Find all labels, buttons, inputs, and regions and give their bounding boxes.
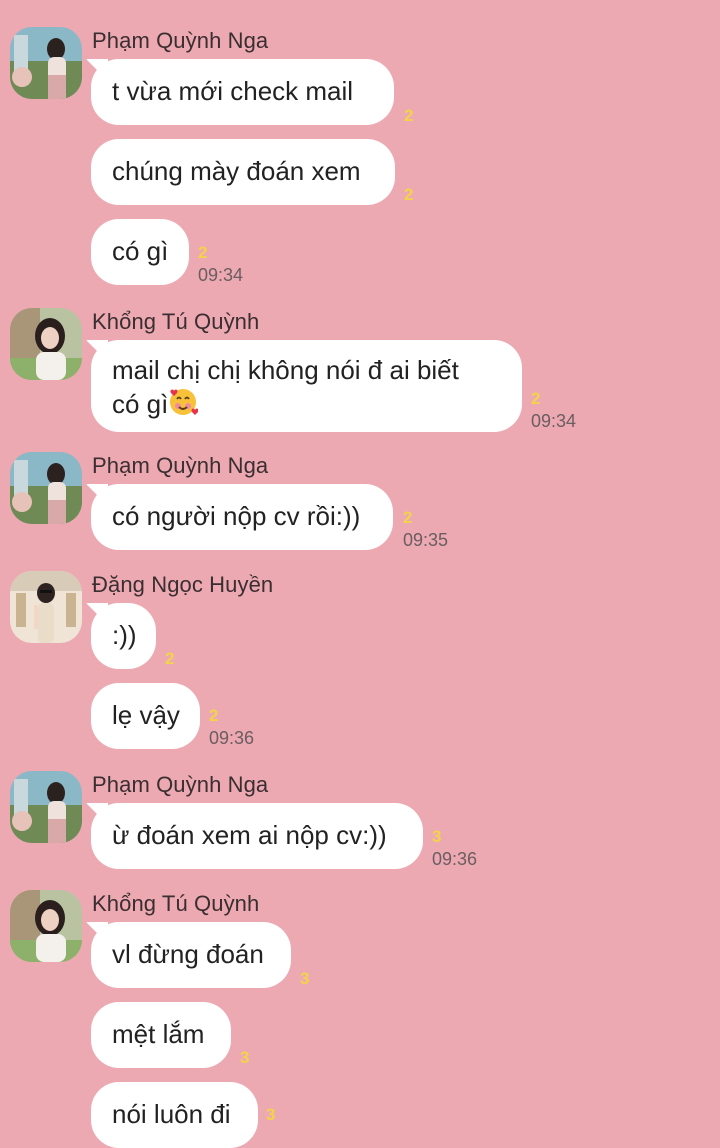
read-count: 3 [432,827,442,846]
message-bubble[interactable]: mệt lắm [91,1002,231,1068]
avatar[interactable] [10,308,82,380]
message-time: 09:35 [403,530,449,550]
message-text: :)) [112,620,137,650]
message-bubble[interactable]: :)) [91,603,156,669]
message-bubble[interactable]: ừ đoán xem ai nộp cv:)) [91,803,423,869]
sender-name: Đặng Ngọc Huyền [92,572,274,597]
smiling-face-with-hearts-emoji [168,387,199,425]
message-text: t vừa mới check mail [112,76,354,106]
message-bubble[interactable]: có gì [91,219,189,285]
message-bubble[interactable]: vl đừng đoán [91,922,291,988]
message-time: 09:36 [432,849,478,869]
read-count: 2 [403,508,413,527]
chat-message-list[interactable]: Phạm Quỳnh Nga t vừa mới check mail 2 ch… [0,0,720,1148]
sender-name: Phạm Quỳnh Nga [92,28,269,53]
avatar[interactable] [10,771,82,843]
avatar-photo-pham-quynh-nga [10,452,82,524]
read-count: 2 [165,649,175,668]
sender-name: Phạm Quỳnh Nga [92,772,269,797]
message-time: 09:36 [209,728,255,748]
message-text: có gì [112,236,169,266]
avatar-photo-pham-quynh-nga [10,27,82,99]
avatar[interactable] [10,27,82,99]
message-bubble[interactable]: chúng mày đoán xem [91,139,395,205]
message-text: vl đừng đoán [112,939,264,969]
message-bubble[interactable]: có người nộp cv rồi:)) [91,484,393,550]
message-bubble[interactable]: lẹ vậy [91,683,200,749]
message-bubble[interactable]: nói luôn đi [91,1082,258,1148]
avatar-photo-pham-quynh-nga [10,771,82,843]
message-text: chúng mày đoán xem [112,156,361,186]
avatar-photo-khong-tu-quynh [10,308,82,380]
read-count: 2 [209,706,219,725]
avatar[interactable] [10,890,82,962]
read-count: 2 [531,389,541,408]
read-count: 3 [300,969,310,988]
message-time: 09:34 [531,411,577,431]
sender-name: Phạm Quỳnh Nga [92,453,269,478]
read-count: 3 [240,1048,250,1067]
sender-name: Khổng Tú Quỳnh [92,309,260,334]
message-text-line-2: có gì [112,389,169,419]
message-bubble[interactable]: mail chị chị không nói đ ai biết có gì [91,340,522,432]
read-count: 2 [404,106,414,125]
message-time: 09:34 [198,265,244,285]
message-bubble[interactable]: t vừa mới check mail [91,59,394,125]
message-text: mệt lắm [112,1019,205,1049]
message-text: nói luôn đi [112,1099,231,1129]
read-count: 3 [266,1105,276,1124]
avatar-photo-dang-ngoc-huyen [10,571,82,643]
avatar[interactable] [10,452,82,524]
message-text: có người nộp cv rồi:)) [112,501,361,531]
avatar[interactable] [10,571,82,643]
sender-name: Khổng Tú Quỳnh [92,891,260,916]
read-count: 2 [404,185,414,204]
message-text: mail chị chị không nói đ ai biết [112,355,459,385]
message-text: lẹ vậy [112,700,180,730]
avatar-photo-khong-tu-quynh [10,890,82,962]
read-count: 2 [198,243,208,262]
message-text: ừ đoán xem ai nộp cv:)) [112,820,387,850]
